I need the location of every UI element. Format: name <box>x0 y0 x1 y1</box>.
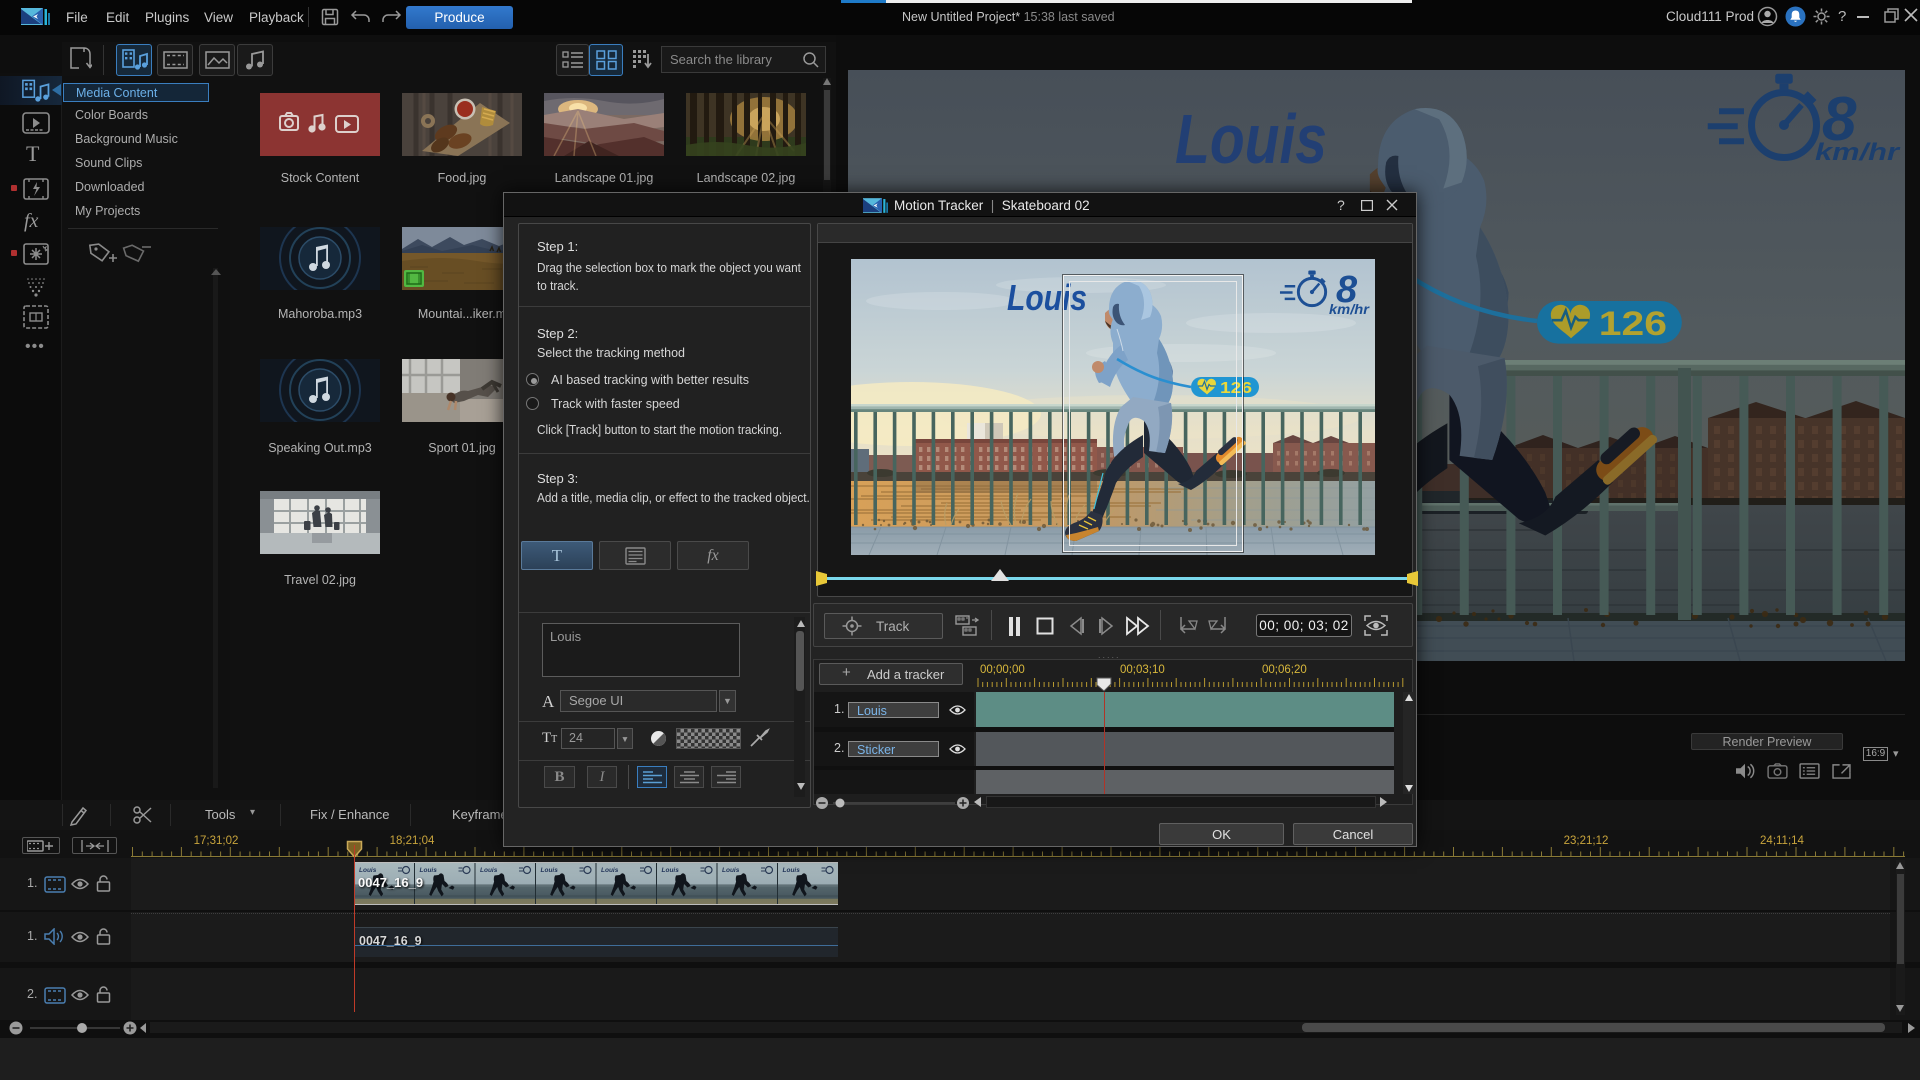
svg-text:Louis: Louis <box>601 867 619 874</box>
svg-text:Louis: Louis <box>662 867 680 874</box>
svg-text:Louis: Louis <box>420 867 438 874</box>
svg-text:Louis: Louis <box>783 867 801 874</box>
svg-text:126: 126 <box>1599 305 1667 343</box>
svg-text:Louis: Louis <box>1175 100 1327 178</box>
svg-text:00;06;20: 00;06;20 <box>1262 664 1307 676</box>
svg-text:18;21;04: 18;21;04 <box>390 835 435 847</box>
svg-text:Louis: Louis <box>541 867 559 874</box>
svg-text:km/hr: km/hr <box>1815 139 1901 166</box>
svg-text:23;21;12: 23;21;12 <box>1564 835 1609 847</box>
svg-text:24;11;14: 24;11;14 <box>1760 835 1805 847</box>
svg-text:00;03;10: 00;03;10 <box>1120 664 1165 676</box>
svg-text:km/hr: km/hr <box>1329 302 1370 317</box>
svg-text:Louis: Louis <box>722 867 740 874</box>
svg-text:Louis: Louis <box>480 867 498 874</box>
svg-text:00;00;00: 00;00;00 <box>980 664 1025 676</box>
svg-text:17;31;02: 17;31;02 <box>194 835 239 847</box>
svg-text:Louis: Louis <box>359 867 377 874</box>
